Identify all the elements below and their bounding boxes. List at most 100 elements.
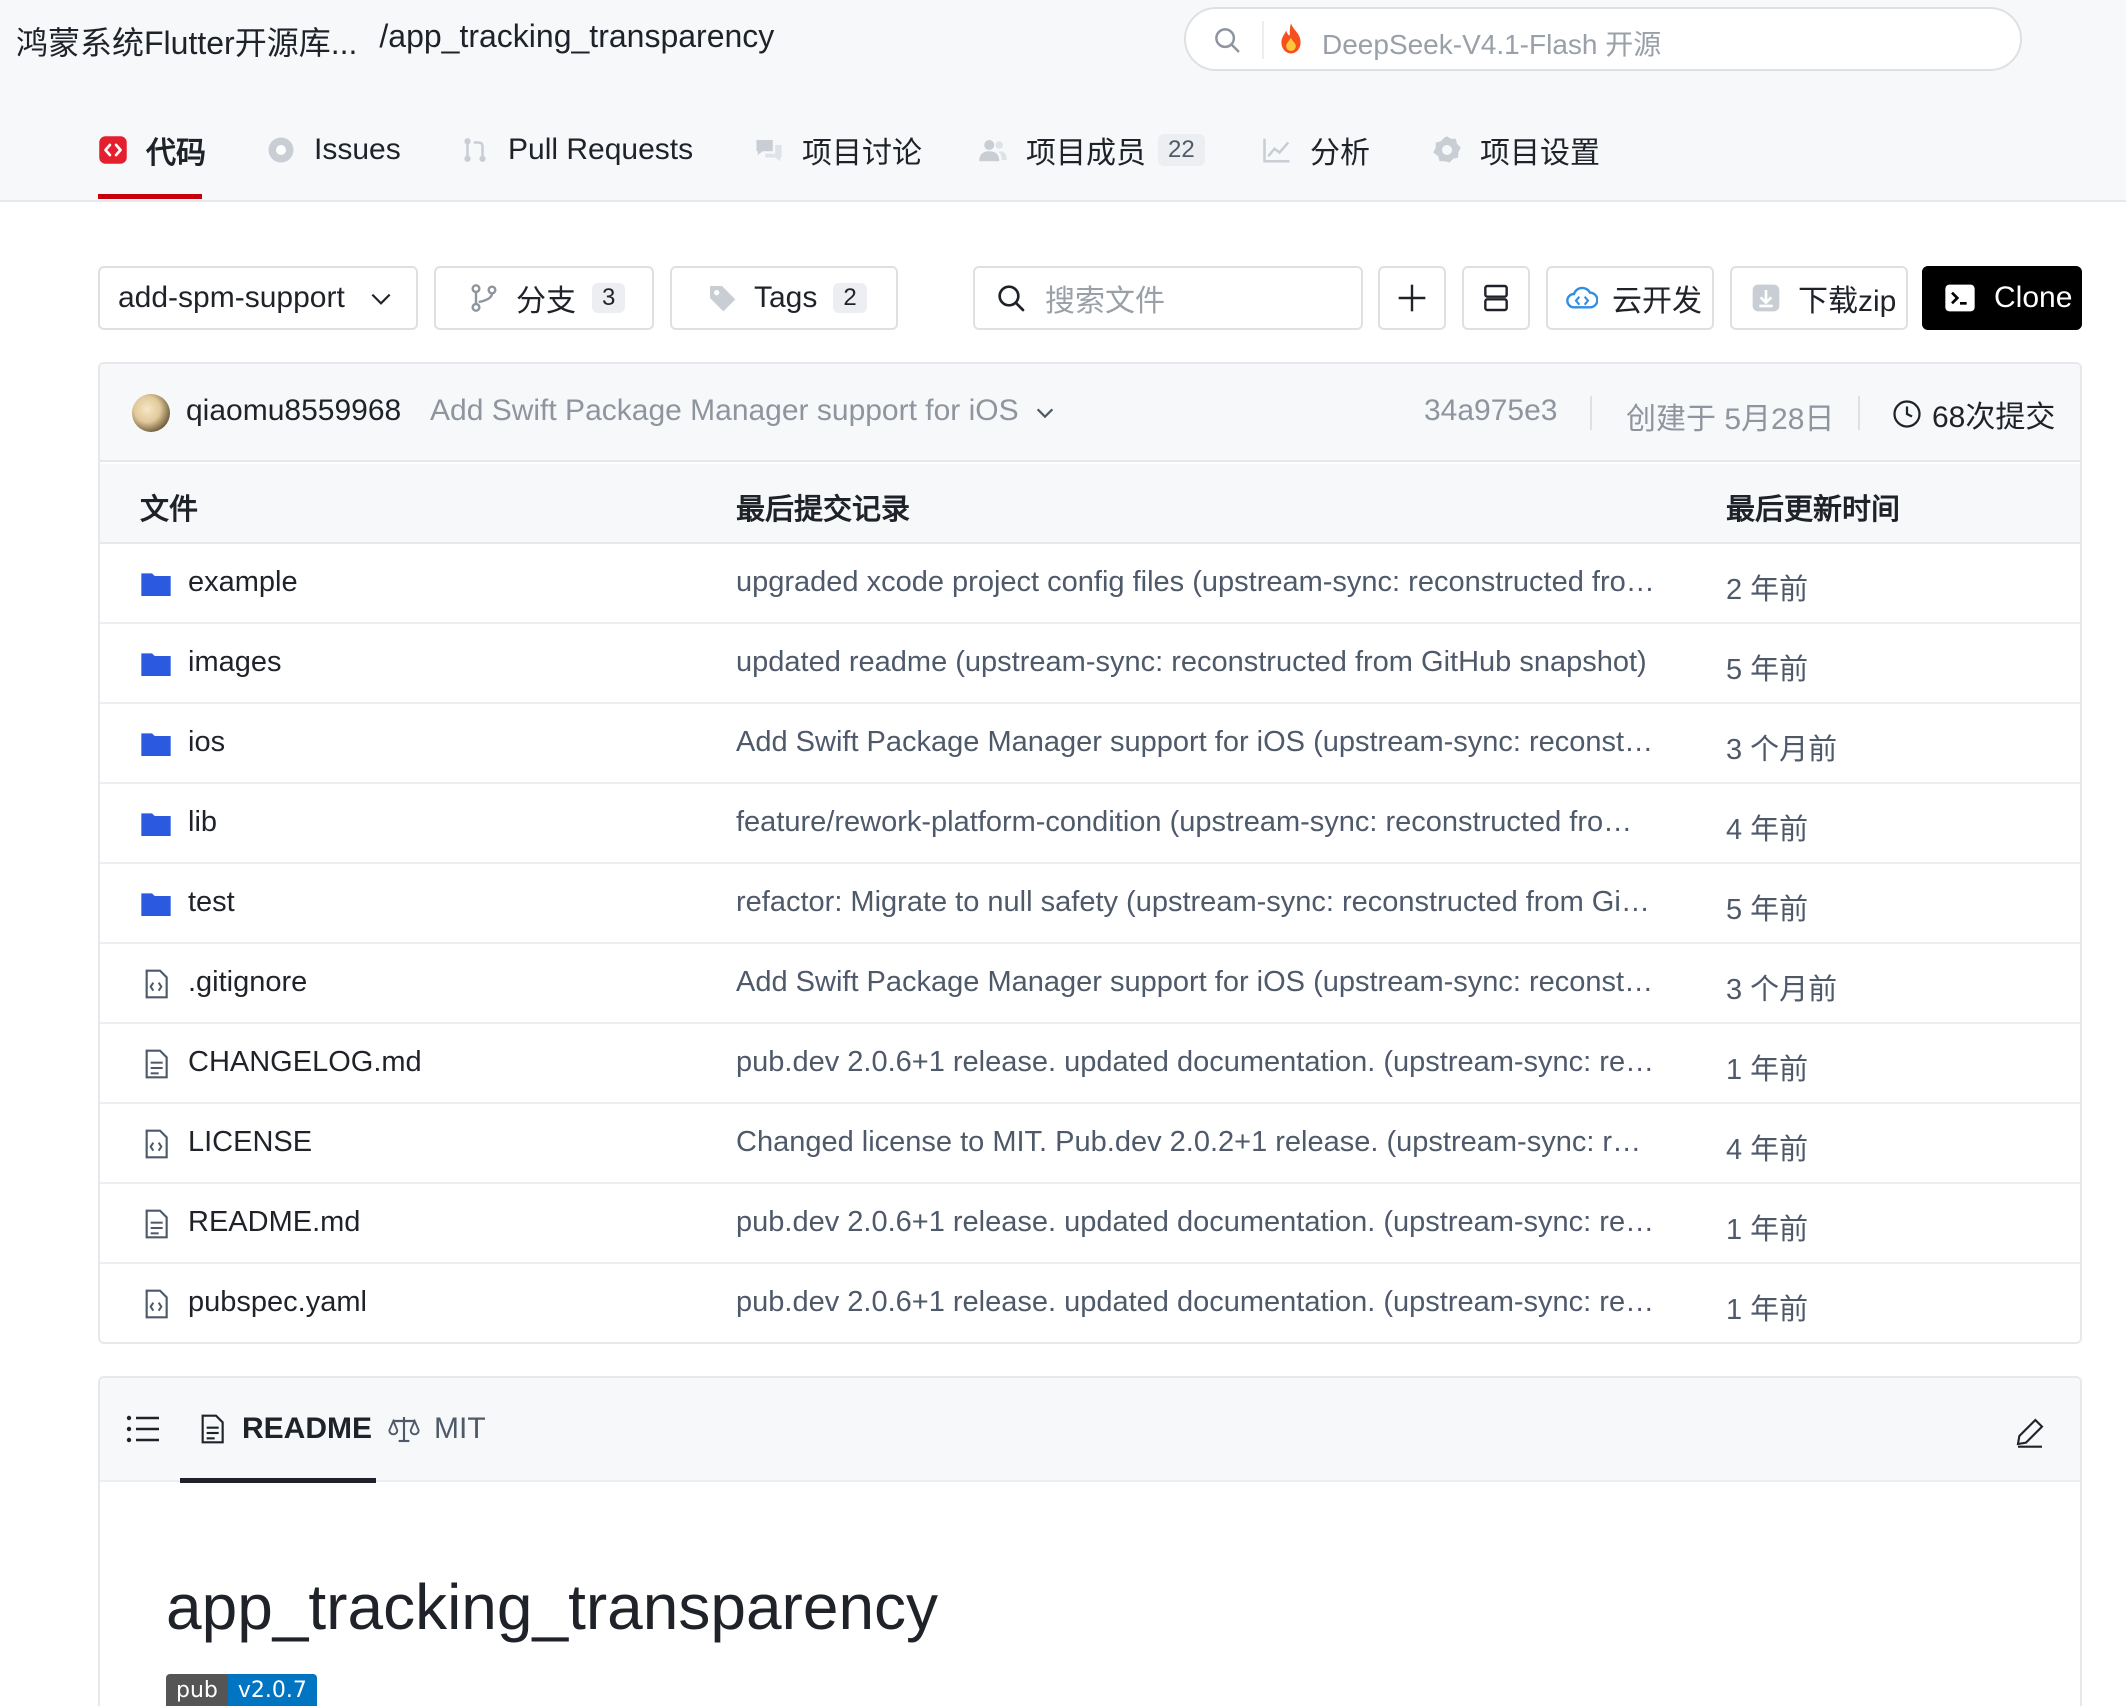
file-updated-time: 3 个月前 [1726,734,1838,766]
avatar[interactable] [132,394,170,432]
table-row[interactable]: test refactor: Migrate to null safety (u… [100,864,2080,944]
tags-button[interactable]: Tags 2 [670,266,898,330]
edit-icon[interactable] [2014,1416,2046,1448]
file-text-icon [140,1048,172,1080]
file-last-commit[interactable]: updated readme (upstream-sync: reconstru… [736,646,1656,679]
branch-selector-value: add-spm-support [118,281,345,314]
table-row[interactable]: pubspec.yaml pub.dev 2.0.6+1 release. up… [100,1264,2080,1342]
file-browser: qiaomu8559968 Add Swift Package Manager … [98,362,2082,1344]
divider [1858,396,1860,430]
file-updated-time: 3 个月前 [1726,974,1838,1006]
table-row[interactable]: images updated readme (upstream-sync: re… [100,624,2080,704]
issues-icon [268,137,294,163]
code-icon [99,136,127,164]
file-last-commit[interactable]: pub.dev 2.0.6+1 release. updated documen… [736,1206,1656,1239]
table-row[interactable]: LICENSE Changed license to MIT. Pub.dev … [100,1104,2080,1184]
table-row[interactable]: lib feature/rework-platform-condition (u… [100,784,2080,864]
file-last-commit[interactable]: upgraded xcode project config files (ups… [736,566,1656,599]
file-search-input[interactable]: 搜索文件 [973,266,1363,330]
tab-analysis[interactable]: 分析 [1262,128,1370,172]
terminal-icon [1945,284,1975,312]
analysis-icon [1263,138,1290,163]
split-icon [1484,284,1508,312]
pub-version-badge[interactable]: pub v2.0.7 [166,1674,317,1706]
tab-discussions[interactable]: 项目讨论 [754,128,922,172]
cloud-dev-label: 云开发 [1612,285,1702,318]
file-name[interactable]: README.md [188,1206,360,1239]
tab-code-label: 代码 [146,137,206,170]
clone-button[interactable]: Clone [1922,266,2082,330]
tab-pull-requests[interactable]: Pull Requests [460,128,693,172]
cloud-dev-button[interactable]: 云开发 [1546,266,1714,330]
tab-settings[interactable]: 项目设置 [1432,128,1600,172]
tab-readme[interactable]: README [196,1412,372,1446]
file-name[interactable]: images [188,646,282,679]
file-last-commit[interactable]: pub.dev 2.0.6+1 release. updated documen… [736,1286,1656,1319]
tags-count: 2 [833,283,867,313]
file-name[interactable]: example [188,566,298,599]
file-name[interactable]: ios [188,726,225,759]
file-table-header: 文件 最后提交记录 最后更新时间 [100,464,2080,544]
download-icon [1752,284,1780,312]
file-search-placeholder: 搜索文件 [1045,285,1165,318]
file-name[interactable]: CHANGELOG.md [188,1046,422,1079]
commit-author[interactable]: qiaomu8559968 [186,394,401,428]
table-row[interactable]: example upgraded xcode project config fi… [100,544,2080,624]
global-search-input[interactable]: DeepSeek-V4.1-Flash 开源 [1184,7,2022,71]
scale-icon [388,1417,420,1443]
tab-issues[interactable]: Issues [266,128,401,172]
add-file-button[interactable] [1378,266,1446,330]
list-icon[interactable] [126,1414,160,1444]
file-name[interactable]: LICENSE [188,1126,312,1159]
table-row[interactable]: CHANGELOG.md pub.dev 2.0.6+1 release. up… [100,1024,2080,1104]
table-row[interactable]: .gitignore Add Swift Package Manager sup… [100,944,2080,1024]
commit-message[interactable]: Add Swift Package Manager support for iO… [430,394,1019,428]
clone-label: Clone [1994,281,2073,314]
breadcrumb-repo[interactable]: /app_tracking_transparency [379,18,774,64]
branch-selector[interactable]: add-spm-support [98,266,418,330]
file-last-commit[interactable]: Add Swift Package Manager support for iO… [736,966,1656,999]
tags-label: Tags [754,281,818,314]
readme-panel: README MIT app_tracking_transparency pub… [98,1376,2082,1706]
folder-icon [140,648,172,680]
tab-code[interactable]: 代码 [98,128,206,172]
file-last-commit[interactable]: refactor: Migrate to null safety (upstre… [736,886,1656,919]
file-name[interactable]: lib [188,806,217,839]
pub-badge-value: v2.0.7 [227,1674,317,1706]
file-last-commit[interactable]: feature/rework-platform-condition (upstr… [736,806,1656,839]
commits-count: 68次提交 [1932,401,2056,434]
file-name[interactable]: test [188,886,235,919]
breadcrumb-org[interactable]: 鸿蒙系统Flutter开源库... [16,18,357,64]
tab-members[interactable]: 项目成员 22 [978,128,1205,172]
file-updated-time: 1 年前 [1726,1054,1809,1086]
folder-icon [140,728,172,760]
breadcrumb: 鸿蒙系统Flutter开源库... /app_tracking_transpar… [16,18,774,64]
table-row[interactable]: README.md pub.dev 2.0.6+1 release. updat… [100,1184,2080,1264]
file-updated-time: 1 年前 [1726,1214,1809,1246]
branches-button[interactable]: 分支 3 [434,266,654,330]
file-name[interactable]: .gitignore [188,966,307,999]
chevron-down-icon[interactable] [1034,402,1056,424]
file-last-commit[interactable]: pub.dev 2.0.6+1 release. updated documen… [736,1046,1656,1079]
file-text-icon [140,1208,172,1240]
readme-tab-indicator [180,1478,376,1483]
file-last-commit[interactable]: Add Swift Package Manager support for iO… [736,726,1656,759]
file-name[interactable]: pubspec.yaml [188,1286,367,1319]
repo-nav: 代码 Issues Pull Requests 项目讨论 项目成员 22 分析 … [0,98,2126,202]
readme-title: app_tracking_transparency [166,1571,939,1643]
file-updated-time: 5 年前 [1726,894,1809,926]
download-zip-button[interactable]: 下载zip [1730,266,1908,330]
table-row[interactable]: ios Add Swift Package Manager support fo… [100,704,2080,784]
commit-hash[interactable]: 34a975e3 [1424,394,1557,428]
file-updated-time: 2 年前 [1726,574,1809,606]
tab-license[interactable]: MIT [388,1412,486,1446]
tab-pull-requests-label: Pull Requests [508,133,694,166]
discussion-icon [756,140,782,162]
commits-count-link[interactable]: 68次提交 [1892,392,2055,436]
members-icon [979,140,1007,162]
file-updated-time: 1 年前 [1726,1294,1809,1326]
split-view-button[interactable] [1462,266,1530,330]
header-file: 文件 [140,494,199,526]
file-last-commit[interactable]: Changed license to MIT. Pub.dev 2.0.2+1 … [736,1126,1656,1159]
file-code-icon [140,1128,172,1160]
